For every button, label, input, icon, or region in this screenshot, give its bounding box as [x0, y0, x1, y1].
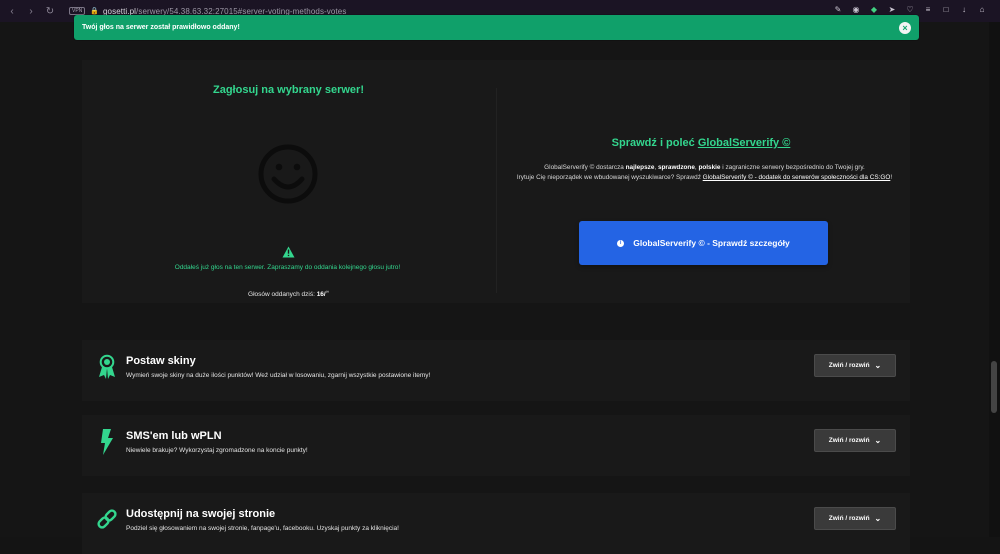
desc-part-2: i zagraniczne serwery bezpośrednio do Tw… — [720, 164, 865, 171]
global-title-link[interactable]: GlobalServerify © — [698, 137, 790, 149]
global-serverify-button[interactable]: i GlobalServerify © - Sprawdź szczegóły — [579, 221, 828, 265]
feature-sms: SMS'em lub wPLN Niewiele brakuje? Wykorz… — [82, 415, 910, 476]
toggle-skins-button[interactable]: Zwiń / rozwiń ⌄ — [814, 354, 896, 377]
menu-icon[interactable]: ≡ — [923, 4, 933, 14]
back-icon[interactable]: ‹ — [5, 6, 19, 17]
card-divider — [496, 88, 497, 293]
desc-part-1: GlobalServerify © dostarcza — [544, 164, 626, 171]
desc-bold-2: sprawdzone — [657, 164, 695, 171]
smiley-icon — [258, 144, 318, 204]
feature-title: Postaw skiny — [126, 355, 196, 367]
reload-icon[interactable]: ↻ — [43, 6, 57, 17]
close-icon[interactable]: × — [899, 21, 911, 34]
edit-icon[interactable]: ✎ — [833, 4, 843, 14]
forward-icon[interactable]: › — [24, 6, 38, 17]
vpn-badge[interactable]: VPN — [69, 7, 86, 15]
desc-bold-1: najlepsze — [625, 164, 655, 171]
warning-icon — [282, 246, 295, 258]
shield-icon[interactable]: ◆ — [869, 4, 879, 14]
user-icon[interactable]: ⌂ — [977, 4, 987, 14]
lock-icon: 🔒 — [90, 8, 99, 15]
toggle-sms-button[interactable]: Zwiń / rozwiń ⌄ — [814, 429, 896, 452]
chevron-down-icon: ⌄ — [874, 360, 882, 370]
toggle-label: Zwiń / rozwiń — [828, 515, 870, 522]
today-infinity: ∞ — [325, 289, 329, 294]
feature-subtitle: Niewiele brakuje? Wykorzystaj zgromadzon… — [126, 447, 308, 454]
today-votes: Głosów oddanych dziś: 16/∞ — [186, 289, 391, 298]
heart-icon[interactable]: ♡ — [905, 4, 915, 14]
desc-end: ! — [890, 173, 893, 181]
feature-subtitle: Podziel się głosowaniem na swojej stroni… — [126, 525, 399, 532]
feature-skins: Postaw skiny Wymień swoje skiny na duże … — [82, 340, 910, 401]
toggle-label: Zwiń / rozwiń — [828, 362, 870, 369]
browser-tools: ✎ ◉ ◆ ➤ ♡ ≡ □ ↓ ⌂ — [833, 4, 987, 14]
desc-link[interactable]: GlobalServerify © - dodatek do serwerów … — [703, 174, 891, 181]
today-value: 16/ — [316, 291, 326, 299]
info-icon: i — [617, 239, 625, 247]
scrollbar-track[interactable] — [989, 22, 1000, 537]
feature-title: SMS'em lub wPLN — [126, 430, 222, 442]
toggle-label: Zwiń / rozwiń — [828, 437, 870, 444]
global-button-label: GlobalServerify © - Sprawdź szczegóły — [633, 238, 790, 248]
award-ribbon-icon — [99, 354, 115, 379]
camera-icon[interactable]: ◉ — [851, 4, 861, 14]
feature-title: Udostępnij na swojej stronie — [126, 508, 276, 520]
chevron-down-icon: ⌄ — [874, 513, 882, 523]
success-alert: Twój głos na serwer został prawidłowo od… — [74, 15, 919, 40]
desc-part-3: Irytuje Cię nieporządek we wbudowanej wy… — [516, 173, 703, 181]
vote-title: Zagłosuj na wybrany serwer! — [213, 84, 364, 96]
desc-bold-3: polskie — [698, 164, 721, 171]
download-icon[interactable]: ↓ — [959, 4, 969, 14]
feature-share: Udostępnij na swojej stronie Podziel się… — [82, 493, 910, 554]
send-icon[interactable]: ➤ — [887, 4, 897, 14]
scrollbar-thumb[interactable] — [991, 361, 997, 413]
global-serverify-title: Sprawdź i poleć GlobalServerify © — [546, 137, 856, 149]
link-icon — [97, 509, 117, 529]
global-serverify-description: GlobalServerify © dostarcza najlepsze, s… — [513, 163, 896, 183]
already-voted-message: Oddałeś już głos na ten serwer. Zaprasza… — [174, 264, 401, 271]
global-title-prefix: Sprawdź i poleć — [611, 137, 698, 149]
feature-subtitle: Wymień swoje skiny na duże ilości punktó… — [126, 372, 431, 379]
today-label: Głosów oddanych dziś: — [248, 291, 315, 299]
toggle-share-button[interactable]: Zwiń / rozwiń ⌄ — [814, 507, 896, 530]
lightning-icon — [101, 429, 113, 455]
alert-text: Twój głos na serwer został prawidłowo od… — [82, 24, 240, 31]
chevron-down-icon: ⌄ — [874, 435, 882, 445]
box-icon[interactable]: □ — [941, 4, 951, 14]
